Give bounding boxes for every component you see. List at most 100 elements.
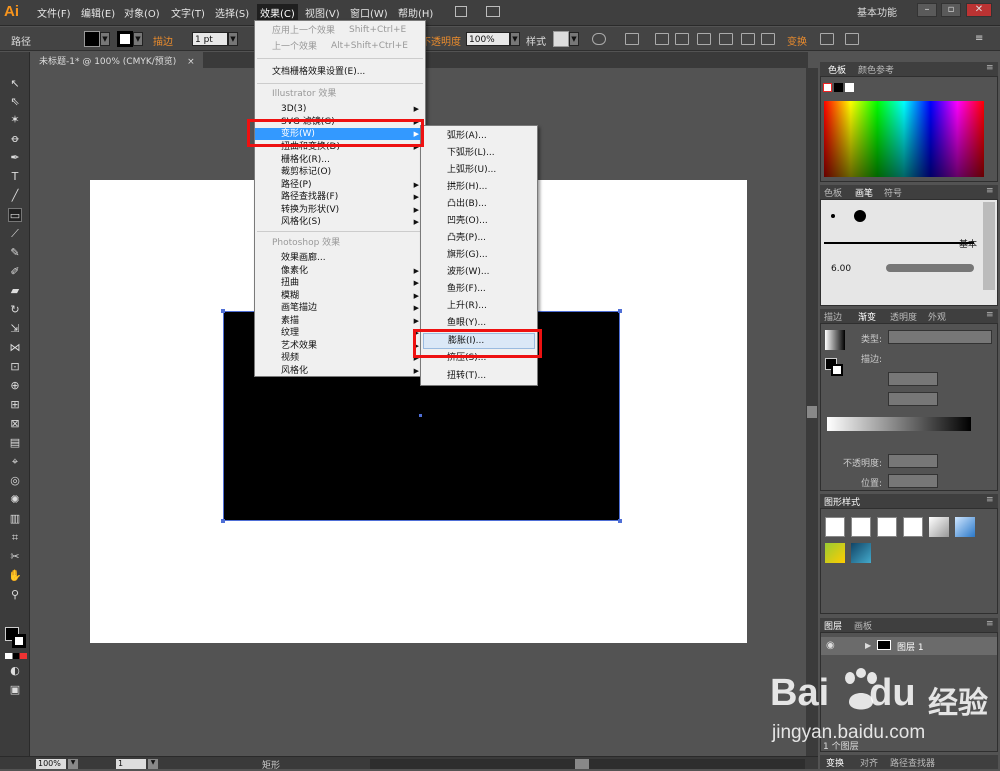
tab-layers[interactable]: 图层 bbox=[824, 619, 842, 632]
slice-tool-icon[interactable]: ✂ bbox=[8, 550, 22, 564]
menu-pathfinder[interactable]: 路径查找器(F) bbox=[281, 191, 338, 203]
graphic-style-8[interactable] bbox=[851, 543, 871, 563]
stroke-weight-dropdown[interactable]: ▼ bbox=[228, 32, 238, 46]
bbox-handle[interactable] bbox=[221, 309, 225, 313]
draw-mode-icon[interactable]: ◐ bbox=[8, 664, 22, 678]
menu-sketch[interactable]: 素描 bbox=[281, 315, 299, 327]
selection-tool-icon[interactable]: ↖ bbox=[8, 77, 22, 91]
perspective-grid-tool-icon[interactable]: ⊞ bbox=[8, 398, 22, 412]
align-selection-icon[interactable] bbox=[625, 33, 639, 45]
menu-window[interactable]: 窗口(W) bbox=[350, 5, 388, 20]
gradient-type-dropdown[interactable] bbox=[888, 330, 992, 344]
menu-convert-to-shape[interactable]: 转换为形状(V) bbox=[281, 204, 339, 216]
blob-brush-tool-icon[interactable]: ✐ bbox=[8, 265, 22, 279]
style-dropdown[interactable]: ▼ bbox=[569, 32, 579, 46]
gradient-opacity-field[interactable] bbox=[888, 454, 938, 468]
artboard-tool-icon[interactable]: ⌗ bbox=[8, 531, 22, 545]
tab-swatches-2[interactable]: 色板 bbox=[824, 186, 842, 199]
type-tool-icon[interactable]: T bbox=[8, 170, 22, 184]
menu-effect[interactable]: 效果(C) bbox=[257, 4, 298, 21]
panel-menu-icon[interactable]: ≡ bbox=[986, 619, 994, 629]
visibility-eye-icon[interactable]: ◉ bbox=[826, 640, 835, 651]
menu-file[interactable]: 文件(F) bbox=[37, 5, 71, 20]
warp-fish[interactable]: 鱼形(F)... bbox=[447, 283, 486, 295]
zoom-tool-icon[interactable]: ⚲ bbox=[8, 588, 22, 602]
gradient-tool-icon[interactable]: ▤ bbox=[8, 436, 22, 450]
stroke-weight-field[interactable]: 1 pt bbox=[192, 32, 228, 46]
gradient-stroke-swatch[interactable] bbox=[831, 364, 843, 376]
color-mode-icon[interactable] bbox=[5, 653, 27, 659]
tab-color-guide[interactable]: 颜色参考 bbox=[858, 63, 894, 76]
gradient-position-field[interactable] bbox=[888, 474, 938, 488]
stroke-dropdown[interactable]: ▼ bbox=[133, 32, 143, 46]
zoom-field[interactable]: 100% bbox=[36, 759, 66, 769]
warp-flag[interactable]: 旗形(G)... bbox=[447, 249, 488, 261]
fill-swatch[interactable] bbox=[84, 31, 100, 47]
stroke-label[interactable]: 描边 bbox=[153, 33, 173, 48]
screen-mode-icon[interactable]: ▣ bbox=[8, 683, 22, 697]
horizontal-scroll-thumb[interactable] bbox=[575, 759, 589, 769]
layer-name[interactable]: 图层 1 bbox=[897, 640, 924, 653]
zoom-dropdown[interactable]: ▼ bbox=[68, 759, 78, 769]
brush-dot-large[interactable] bbox=[854, 210, 866, 222]
white-swatch[interactable] bbox=[845, 83, 854, 92]
tab-appearance[interactable]: 外观 bbox=[928, 310, 946, 323]
color-spectrum[interactable] bbox=[824, 101, 984, 177]
isolate-icon[interactable] bbox=[820, 33, 834, 45]
fill-dropdown[interactable]: ▼ bbox=[100, 32, 110, 46]
control-menu-icon[interactable]: ≡ bbox=[975, 33, 983, 44]
warp-shell-upper[interactable]: 凸壳(P)... bbox=[447, 232, 486, 244]
tab-swatches[interactable]: 色板 bbox=[828, 63, 846, 76]
menu-edit[interactable]: 编辑(E) bbox=[81, 5, 115, 20]
pen-tool-icon[interactable]: ✒ bbox=[8, 151, 22, 165]
eraser-tool-icon[interactable]: ▰ bbox=[8, 284, 22, 298]
graphic-style-5[interactable] bbox=[929, 517, 949, 537]
graphic-style-6[interactable] bbox=[955, 517, 975, 537]
paintbrush-tool-icon[interactable]: ⟋ bbox=[8, 227, 22, 241]
tab-artboards[interactable]: 画板 bbox=[854, 619, 872, 632]
warp-wave[interactable]: 波形(W)... bbox=[447, 266, 490, 278]
tab-gradient[interactable]: 渐变 bbox=[858, 310, 876, 323]
menu-ps-distort[interactable]: 扭曲 bbox=[281, 277, 299, 289]
scale-tool-icon[interactable]: ⇲ bbox=[8, 322, 22, 336]
graphic-style-2[interactable] bbox=[851, 517, 871, 537]
menu-stylize[interactable]: 风格化(S) bbox=[281, 216, 321, 228]
brushes-scrollbar[interactable] bbox=[983, 202, 995, 290]
menu-artistic[interactable]: 艺术效果 bbox=[281, 340, 317, 352]
warp-arc-upper[interactable]: 上弧形(U)... bbox=[447, 164, 496, 176]
stroke-color-icon[interactable] bbox=[12, 634, 26, 648]
stroke-swatch[interactable] bbox=[117, 31, 133, 47]
pencil-tool-icon[interactable]: ✎ bbox=[8, 246, 22, 260]
menu-brush-strokes[interactable]: 画笔描边 bbox=[281, 302, 317, 314]
artboard-number-field[interactable]: 1 bbox=[116, 759, 146, 769]
graphic-style-4[interactable] bbox=[903, 517, 923, 537]
panel-menu-icon[interactable]: ≡ bbox=[986, 310, 994, 320]
free-transform-tool-icon[interactable]: ⊡ bbox=[8, 360, 22, 374]
column-graph-tool-icon[interactable]: ▥ bbox=[8, 512, 22, 526]
style-swatch[interactable] bbox=[553, 31, 569, 47]
menu-type[interactable]: 文字(T) bbox=[171, 5, 205, 20]
menu-object[interactable]: 对象(O) bbox=[124, 5, 160, 20]
menu-pixelate[interactable]: 像素化 bbox=[281, 265, 308, 277]
graphic-style-default[interactable] bbox=[825, 517, 845, 537]
direct-selection-tool-icon[interactable]: ⇖ bbox=[8, 95, 22, 109]
panel-menu-icon[interactable]: ≡ bbox=[986, 186, 994, 196]
align-top-icon[interactable] bbox=[719, 33, 733, 45]
artboard-dropdown[interactable]: ▼ bbox=[148, 759, 158, 769]
menu-video[interactable]: 视频 bbox=[281, 352, 299, 364]
transform-link[interactable]: 变换 bbox=[787, 33, 807, 48]
align-right-icon[interactable] bbox=[697, 33, 711, 45]
tab-brushes[interactable]: 画笔 bbox=[855, 186, 873, 199]
width-tool-icon[interactable]: ⋈ bbox=[8, 341, 22, 355]
warp-arc-lower[interactable]: 下弧形(L)... bbox=[447, 147, 495, 159]
menu-blur[interactable]: 模糊 bbox=[281, 290, 299, 302]
menu-view[interactable]: 视图(V) bbox=[305, 5, 340, 20]
vertical-scroll-thumb[interactable] bbox=[807, 406, 817, 418]
align-bottom-icon[interactable] bbox=[761, 33, 775, 45]
charcoal-brush-stroke[interactable] bbox=[886, 264, 974, 272]
mesh-tool-icon[interactable]: ⊠ bbox=[8, 417, 22, 431]
shape-builder-tool-icon[interactable]: ⊕ bbox=[8, 379, 22, 393]
menu-crop-marks[interactable]: 裁剪标记(O) bbox=[281, 166, 331, 178]
bridge-icon[interactable] bbox=[455, 6, 467, 17]
menu-effect-gallery[interactable]: 效果画廊... bbox=[281, 252, 326, 264]
